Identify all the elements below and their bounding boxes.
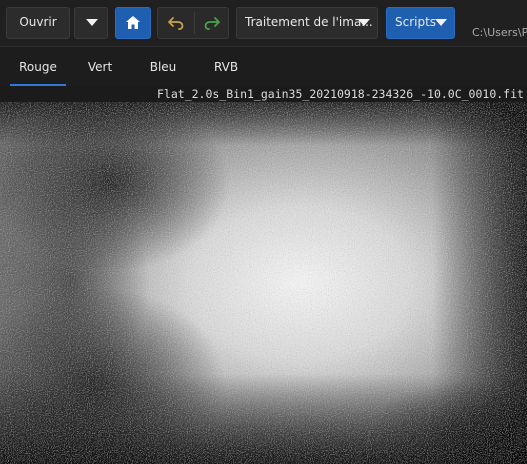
- home-icon: [126, 16, 140, 29]
- tab-rvb[interactable]: RVB: [206, 47, 246, 87]
- flat-frame-image: [0, 102, 527, 464]
- image-processing-menu-button[interactable]: Traitement de l'ima...: [236, 7, 378, 39]
- tab-rouge[interactable]: Rouge: [10, 47, 66, 87]
- chevron-down-icon: [435, 19, 447, 26]
- scripts-menu-button[interactable]: Scripts: [386, 7, 455, 39]
- home-button[interactable]: [115, 7, 151, 39]
- image-processing-label: Traitement de l'ima...: [245, 15, 373, 29]
- undo-icon: [168, 17, 184, 30]
- scripts-label: Scripts: [395, 15, 437, 29]
- undo-button[interactable]: [158, 8, 194, 38]
- image-viewer[interactable]: [0, 102, 527, 464]
- siril-window: Ouvrir Traitement de l'ima... Scripts C:…: [0, 0, 527, 464]
- chevron-down-icon: [358, 19, 370, 26]
- toolbar: Ouvrir Traitement de l'ima... Scripts C:…: [0, 0, 527, 46]
- redo-button[interactable]: [195, 8, 228, 38]
- working-directory-path: C:\Users\P: [472, 26, 527, 39]
- channel-tabs: Rouge Vert Bleu RVB: [0, 46, 527, 87]
- redo-icon: [204, 17, 220, 30]
- tab-bleu[interactable]: Bleu: [143, 47, 183, 87]
- tab-vert[interactable]: Vert: [80, 47, 120, 87]
- chevron-down-icon: [86, 19, 98, 26]
- open-button[interactable]: Ouvrir: [6, 7, 70, 39]
- undo-redo-group: [157, 7, 229, 39]
- image-filename-bar: Flat_2.0s_Bin1_gain35_20210918-234326_-1…: [0, 86, 527, 102]
- open-button-label: Ouvrir: [19, 15, 57, 29]
- open-recent-dropdown-button[interactable]: [74, 7, 108, 39]
- image-filename: Flat_2.0s_Bin1_gain35_20210918-234326_-1…: [157, 87, 524, 101]
